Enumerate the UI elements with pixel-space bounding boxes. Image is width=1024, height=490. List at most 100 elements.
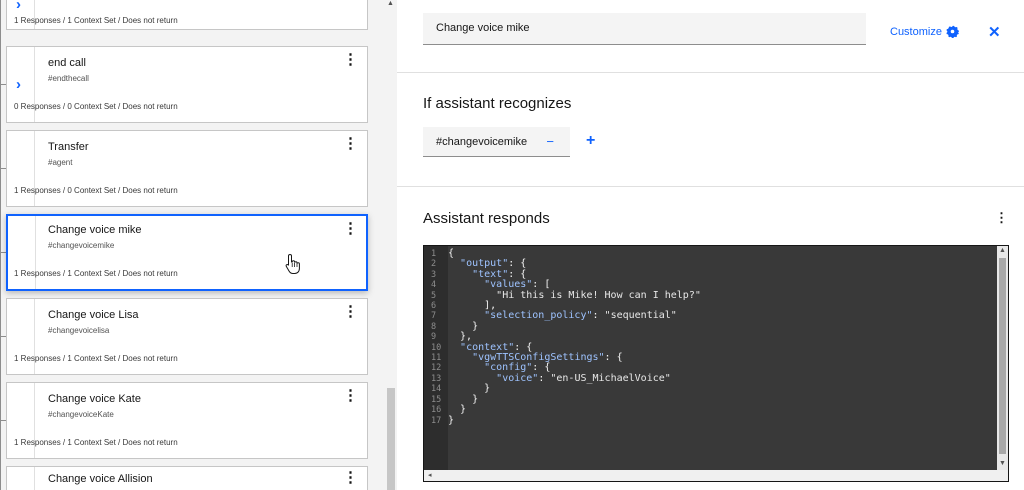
code-token: }: [448, 320, 479, 332]
dialog-node-transfer[interactable]: Transfer #agent 1 Responses / 0 Context …: [6, 130, 368, 207]
overflow-menu-vertical-icon[interactable]: ⋮: [343, 388, 358, 403]
line-number: 14: [431, 384, 442, 395]
json-code-editor[interactable]: 1{2 "output": {3 "text": {4 "values": [5…: [423, 245, 1009, 482]
dialog-node[interactable]: › 1 Responses / 1 Context Set / Does not…: [6, 0, 368, 30]
dialog-node-end-call[interactable]: › end call #endthecall 0 Responses / 0 C…: [6, 46, 368, 123]
code-token: "config": [484, 362, 533, 374]
code-token: ],: [448, 300, 497, 312]
line-number: 7: [431, 311, 437, 322]
line-number: 3: [431, 269, 437, 280]
line-number: 9: [431, 332, 437, 343]
node-meta: 0 Responses / 0 Context Set / Does not r…: [14, 102, 178, 111]
scrollbar-thumb[interactable]: [387, 388, 395, 490]
code-token: }: [448, 383, 491, 395]
close-icon[interactable]: ✕: [988, 23, 1001, 41]
add-icon[interactable]: +: [586, 132, 595, 150]
code-token: }: [448, 393, 479, 405]
code-token: "text": [472, 268, 509, 280]
dialog-node-change-voice-kate[interactable]: Change voice Kate #changevoiceKate 1 Res…: [6, 382, 368, 459]
code-token: : {: [514, 341, 533, 353]
customize-label: Customize: [890, 25, 942, 38]
dialog-node-change-voice-mike[interactable]: Change voice mike #changevoicemike 1 Res…: [6, 214, 368, 291]
line-number: 13: [431, 373, 442, 384]
node-title: Transfer: [48, 141, 89, 153]
line-number: 5: [431, 290, 437, 301]
condition-input[interactable]: #changevoicemike −: [423, 127, 570, 157]
line-number: 6: [431, 301, 437, 312]
chevron-right-icon[interactable]: ›: [16, 0, 21, 12]
node-meta: 1 Responses / 0 Context Set / Does not r…: [14, 186, 178, 195]
overflow-menu-vertical-icon[interactable]: ⋮: [995, 210, 1008, 226]
line-number: 4: [431, 280, 437, 291]
line-number: 15: [431, 394, 442, 405]
overflow-menu-vertical-icon[interactable]: ⋮: [343, 221, 358, 236]
overflow-menu-vertical-icon[interactable]: ⋮: [343, 470, 358, 485]
line-number: 11: [431, 353, 442, 364]
scrollbar-thumb[interactable]: [999, 258, 1006, 454]
code-token: : {: [532, 362, 551, 374]
code-line: 17}: [424, 414, 701, 426]
node-meta: 1 Responses / 1 Context Set / Does not r…: [14, 438, 178, 447]
settings-gear-icon: [946, 25, 959, 38]
tree-scrollbar[interactable]: ▲: [384, 0, 397, 490]
scroll-up-icon[interactable]: ▲: [999, 247, 1006, 254]
node-meta: 1 Responses / 1 Context Set / Does not r…: [14, 354, 178, 363]
code-token: :: [538, 372, 551, 384]
line-number: 8: [431, 321, 437, 332]
code-token: "vgwTTSConfigSettings": [472, 352, 605, 364]
overflow-menu-vertical-icon[interactable]: ⋮: [343, 136, 358, 151]
overflow-menu-vertical-icon[interactable]: ⋮: [343, 52, 358, 67]
line-number: 10: [431, 342, 442, 353]
tree-connector-line: [0, 0, 1, 490]
customize-button[interactable]: Customize: [890, 25, 959, 38]
subtract-icon[interactable]: −: [546, 134, 554, 149]
dialog-node-change-voice-lisa[interactable]: Change voice Lisa #changevoicelisa 1 Res…: [6, 298, 368, 375]
line-number: 2: [431, 259, 437, 270]
code-token: "voice": [496, 372, 539, 384]
scroll-left-icon[interactable]: ◂: [428, 471, 432, 479]
code-token: }: [448, 414, 455, 426]
code-token: "output": [460, 258, 509, 270]
node-strip: [8, 216, 36, 289]
node-condition: #endthecall: [48, 74, 89, 83]
node-title: end call: [48, 57, 86, 69]
code-token: : {: [604, 352, 623, 364]
code-token: },: [448, 331, 473, 343]
editor-horizontal-scrollbar[interactable]: ◂: [424, 470, 1008, 481]
divider: [397, 72, 1024, 73]
code-token: : {: [508, 258, 527, 270]
scroll-down-icon[interactable]: ▼: [999, 460, 1006, 467]
node-editor-panel: Change voice mike Customize ✕ If assista…: [397, 0, 1024, 490]
code-token: : {: [508, 268, 527, 280]
scroll-up-icon[interactable]: ▲: [387, 0, 394, 7]
node-condition: #changevoicemike: [48, 241, 115, 250]
node-condition: #changevoiceKate: [48, 410, 114, 419]
line-number: 12: [431, 363, 442, 374]
overflow-menu-vertical-icon[interactable]: ⋮: [343, 304, 358, 319]
dialog-node-change-voice-allision[interactable]: Change voice Allision ⋮: [6, 466, 368, 490]
chevron-right-icon[interactable]: ›: [16, 77, 21, 92]
node-meta: 1 Responses / 1 Context Set / Does not r…: [14, 269, 178, 278]
code-content[interactable]: 1{2 "output": {3 "text": {4 "values": [5…: [424, 248, 701, 426]
code-token: "values": [484, 279, 533, 291]
node-name-input[interactable]: Change voice mike: [423, 13, 866, 45]
code-token: "context": [460, 341, 515, 353]
code-token: "en-US_MichaelVoice": [550, 372, 671, 384]
if-assistant-recognizes-heading: If assistant recognizes: [423, 95, 572, 112]
node-title: Change voice Allision: [48, 473, 153, 485]
editor-vertical-scrollbar[interactable]: ▲ ▼: [997, 246, 1008, 481]
code-token: "sequential": [604, 310, 677, 322]
node-strip: [7, 467, 35, 490]
line-number: 17: [431, 415, 442, 426]
node-title: Change voice Kate: [48, 393, 141, 405]
condition-value: #changevoicemike: [436, 136, 528, 148]
node-meta: 1 Responses / 1 Context Set / Does not r…: [14, 16, 178, 25]
assistant-responds-heading: Assistant responds: [423, 210, 550, 227]
